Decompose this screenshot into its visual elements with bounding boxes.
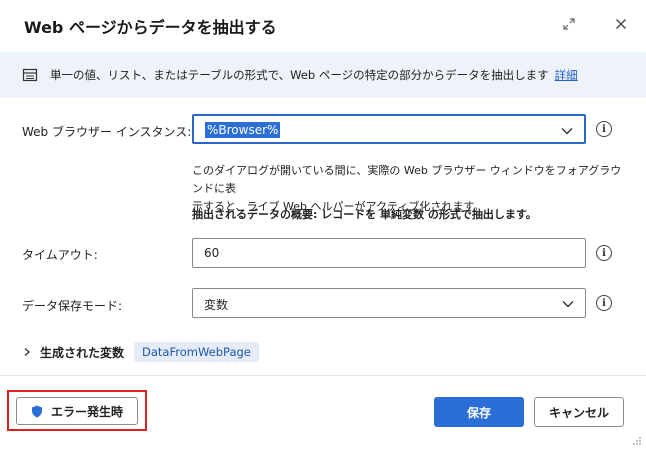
browser-instance-label: Web ブラウザー インスタンス: [22,125,192,139]
footer-divider [0,375,646,376]
generated-variables-label: 生成された変数 [40,345,125,360]
details-link[interactable]: 詳細 [555,68,578,82]
chevron-down-icon [562,301,574,308]
info-icon[interactable]: i [596,121,612,137]
close-icon[interactable] [609,12,633,36]
chevron-down-icon [561,128,573,135]
info-icon[interactable]: i [596,245,612,261]
banner-text: 単一の値、リスト、またはテーブルの形式で、Web ページの特定の部分からデータを… [50,67,578,83]
cancel-button[interactable]: キャンセル [534,397,624,427]
on-error-label: エラー発生時 [50,404,123,419]
variable-badge[interactable]: DataFromWebPage [134,342,259,362]
browser-instance-value: %Browser% [205,122,281,138]
save-button[interactable]: 保存 [434,397,524,427]
info-banner: 単一の値、リスト、またはテーブルの形式で、Web ページの特定の部分からデータを… [0,52,646,98]
on-error-button[interactable]: エラー発生時 [16,397,138,425]
shield-icon [31,405,42,417]
helper-line-1: このダイアログが開いている間に、実際の Web ブラウザー ウィンドウをフォアグ… [192,164,622,195]
storage-mode-select[interactable]: 変数 [192,288,586,318]
storage-mode-value: 変数 [204,298,229,312]
dialog-title: Web ページからデータを抽出する [24,18,277,37]
resize-grip-icon[interactable] [632,436,642,446]
timeout-label: タイムアウト: [22,248,98,262]
list-icon [22,68,38,82]
extraction-summary: 抽出されるデータの概要: レコードを 単純変数 の形式で抽出します。 [192,208,537,221]
generated-variables-toggle[interactable]: 生成された変数 DataFromWebPage [22,341,259,363]
browser-instance-select[interactable]: %Browser% [192,114,586,144]
timeout-input[interactable]: 60 [192,238,586,268]
timeout-value: 60 [204,246,220,260]
expand-icon[interactable] [557,12,581,36]
storage-mode-label: データ保存モード: [22,299,123,313]
info-icon[interactable]: i [596,295,612,311]
banner-description: 単一の値、リスト、またはテーブルの形式で、Web ページの特定の部分からデータを… [50,68,549,82]
chevron-right-icon [24,348,30,356]
